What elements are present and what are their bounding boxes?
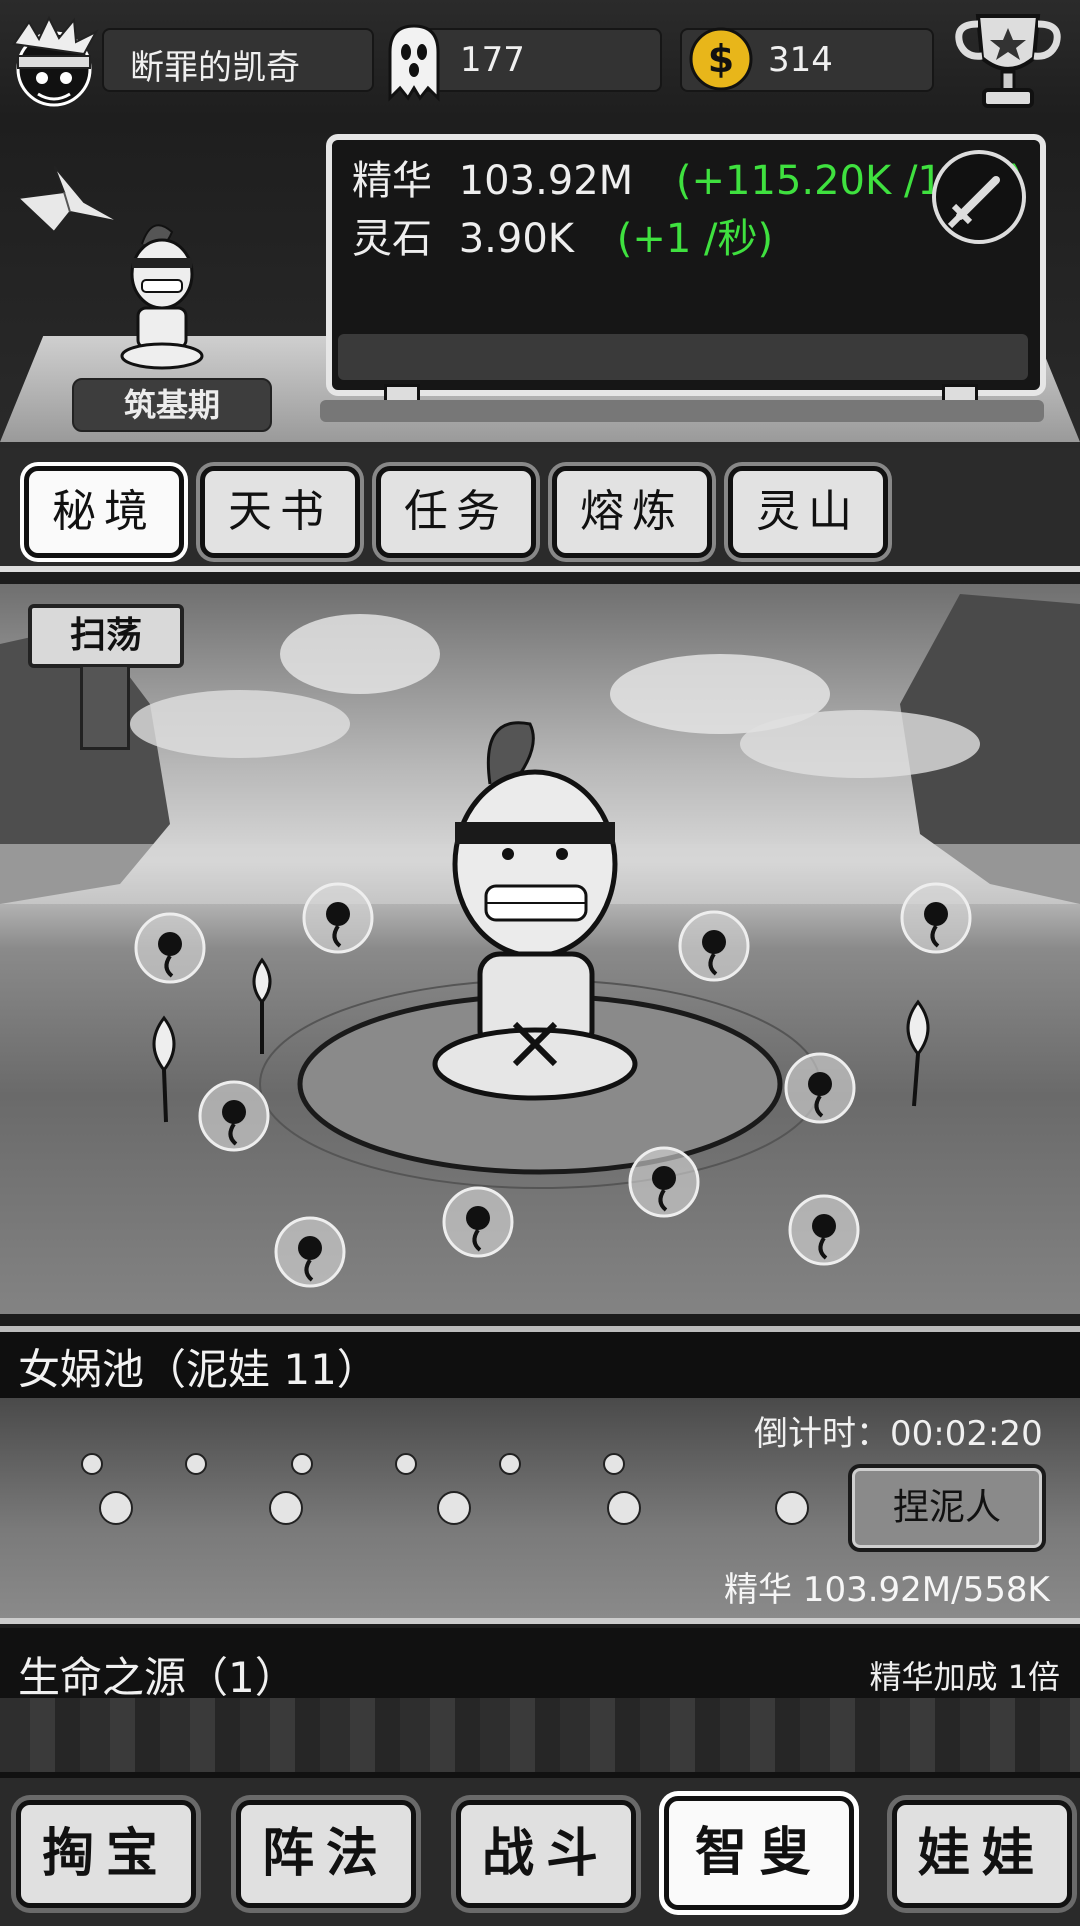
life-source-title: 生命之源（1）	[18, 1653, 297, 1702]
ninja-avatar-icon[interactable]	[4, 14, 104, 114]
pool-title: 女娲池（泥娃 11）	[18, 1345, 379, 1394]
tab-missions[interactable]: 任务	[376, 466, 536, 558]
cultivator-main-character	[420, 714, 650, 1114]
svg-text:$: $	[708, 37, 734, 81]
essence-label: 精华	[352, 158, 432, 204]
essence-value: 103.92M	[458, 158, 634, 204]
lotus-bud-icon	[888, 998, 948, 1112]
spirit-bubble[interactable]	[786, 1192, 862, 1272]
tab-spirit-mountain[interactable]: 灵山	[728, 466, 888, 558]
paper-crane-icon	[14, 162, 124, 242]
coin-count: 314	[768, 40, 833, 80]
spirit-bubble[interactable]	[440, 1184, 516, 1264]
secret-realm-scene	[0, 584, 1080, 1314]
spirit-bubble[interactable]	[132, 910, 208, 990]
spirit-stone-rate: (+1 /秒)	[616, 216, 774, 262]
trophy-star-icon[interactable]	[948, 6, 1068, 116]
spirit-bubble[interactable]	[626, 1144, 702, 1224]
nav-sage[interactable]: 智叟	[664, 1796, 854, 1910]
spirit-stone-label: 灵石	[352, 216, 432, 262]
cultivator-character	[112, 214, 212, 374]
nav-treasure-hunt[interactable]: 掏宝	[16, 1800, 196, 1908]
tab-heavenly-book[interactable]: 天书	[200, 466, 360, 558]
nav-battle[interactable]: 战斗	[456, 1800, 636, 1908]
sign-post	[80, 664, 130, 750]
tab-smelting[interactable]: 熔炼	[552, 466, 712, 558]
life-source-bonus: 精华加成 1倍	[869, 1658, 1060, 1696]
pool-essence-cost: 精华 103.92M/558K	[724, 1570, 1050, 1610]
spirit-stone-value: 3.90K	[458, 216, 575, 262]
lotus-bud-icon	[134, 1014, 194, 1128]
spirit-stone-line: 灵石 3.90K (+1 /秒)	[352, 206, 773, 264]
spirit-bubble[interactable]	[782, 1050, 858, 1130]
life-source-forest	[0, 1698, 1080, 1772]
ghost-count: 177	[460, 40, 525, 80]
realm-badge: 筑基期	[72, 378, 272, 432]
pool-countdown: 倒计时：00:02:20	[754, 1414, 1043, 1454]
spirit-bubble[interactable]	[196, 1078, 272, 1158]
knead-clay-button[interactable]: 捏泥人	[848, 1464, 1046, 1552]
nav-formation[interactable]: 阵法	[236, 1800, 416, 1908]
board-progress-track	[338, 334, 1028, 380]
essence-line: 精华 103.92M (+115.20K /10秒)	[352, 148, 1024, 206]
sweep-button[interactable]: 扫荡	[28, 604, 184, 668]
spirit-bubble[interactable]	[272, 1214, 348, 1294]
dollar-coin-icon: $	[688, 26, 754, 92]
spirit-bubble[interactable]	[676, 908, 752, 988]
spirit-bubble[interactable]	[300, 880, 376, 960]
nav-dolls[interactable]: 娃娃	[892, 1800, 1072, 1908]
sword-icon[interactable]	[932, 150, 1026, 244]
stage-rail	[320, 400, 1044, 422]
spirit-bubble[interactable]	[898, 880, 974, 960]
ghost-icon	[384, 22, 444, 102]
player-name-pill[interactable]: 断罪的凯奇	[102, 28, 374, 92]
lotus-bud-icon	[242, 956, 282, 1060]
tab-secret-realm[interactable]: 秘境	[24, 466, 184, 558]
player-name: 断罪的凯奇	[130, 48, 300, 88]
